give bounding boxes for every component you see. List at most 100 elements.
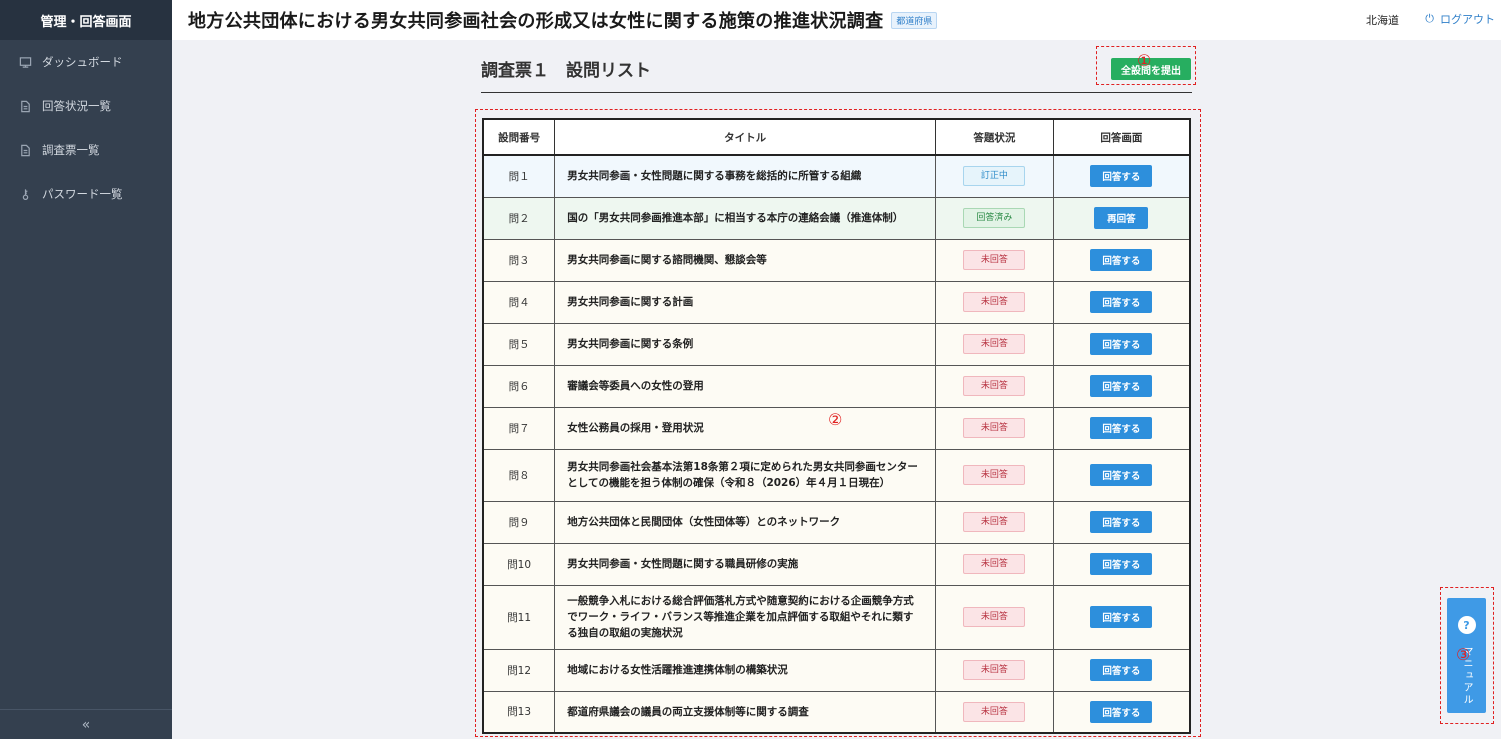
survey-title: 調査票１ 設問リスト — [481, 61, 651, 81]
logout-link[interactable]: ⏻ ログアウト — [1425, 11, 1495, 27]
category-badge: 都道府県 — [891, 11, 938, 29]
table-row: 問１ 男女共同参画・女性問題に関する事務を総括的に所管する組織 訂正中 回答する — [482, 154, 1191, 198]
question-number: 問11 — [482, 584, 556, 650]
status-badge: 未回答 — [963, 607, 1026, 627]
table-row: 問８ 男女共同参画社会基本法第18条第２項に定められた男女共同参画センターとしての… — [482, 448, 1191, 502]
status-badge: 訂正中 — [963, 166, 1026, 187]
status-badge: 未回答 — [963, 334, 1026, 354]
status-badge: 未回答 — [963, 554, 1026, 574]
status-cell: 未回答 — [935, 448, 1054, 502]
question-number: 問７ — [482, 406, 556, 450]
table-row: 問４ 男女共同参画に関する計画 未回答 回答する — [482, 280, 1191, 324]
action-cell: 回答する — [1052, 280, 1191, 324]
sidebar-collapse-button[interactable]: « — [0, 709, 172, 739]
action-cell: 再回答 — [1052, 196, 1191, 240]
table-row: 問９ 地方公共団体と民間団体（女性団体等）とのネットワーク 未回答 回答する — [482, 500, 1191, 544]
status-badge: 未回答 — [963, 250, 1026, 270]
action-cell: 回答する — [1052, 322, 1191, 366]
answer-button[interactable]: 回答する — [1090, 553, 1153, 575]
manual-tab[interactable]: ? マニュアル — [1447, 598, 1486, 713]
status-badge: 未回答 — [963, 376, 1026, 396]
answer-button[interactable]: 回答する — [1090, 511, 1153, 533]
table-row: 問12 地域における女性活躍推進連携体制の構築状況 未回答 回答する — [482, 648, 1191, 692]
action-cell: 回答する — [1052, 364, 1191, 408]
power-icon: ⏻ — [1425, 12, 1434, 25]
question-title: 男女共同参画・女性問題に関する職員研修の実施 — [554, 542, 937, 586]
question-title: 男女共同参画・女性問題に関する事務を総括的に所管する組織 — [554, 154, 937, 198]
table-row: 問13 都道府県議会の議員の両立支援体制等に関する調査 未回答 回答する — [482, 690, 1191, 734]
annotation-box-1 — [1096, 46, 1196, 85]
action-cell: 回答する — [1052, 238, 1191, 282]
sidebar-item-label: ダッシュボード — [42, 55, 123, 69]
sidebar-item-dashboard[interactable]: ダッシュボード — [0, 40, 172, 84]
question-number: 問１ — [482, 154, 556, 198]
answer-button[interactable]: 回答する — [1090, 659, 1153, 681]
answer-button[interactable]: 回答する — [1090, 333, 1153, 355]
action-cell: 回答する — [1052, 406, 1191, 450]
answer-button[interactable]: 回答する — [1090, 249, 1153, 271]
action-cell: 回答する — [1052, 648, 1191, 692]
table-row: 問10 男女共同参画・女性問題に関する職員研修の実施 未回答 回答する — [482, 542, 1191, 586]
status-badge: 未回答 — [963, 292, 1026, 312]
reanswer-button[interactable]: 再回答 — [1094, 207, 1149, 229]
status-badge: 未回答 — [963, 660, 1026, 680]
sidebar: 管理・回答画面 ダッシュボード 回答状況一覧 調査票一覧 パスワード一覧 « — [0, 0, 172, 739]
question-number: 問４ — [482, 280, 556, 324]
sidebar-item-answer-status[interactable]: 回答状況一覧 — [0, 84, 172, 128]
status-cell: 回答済み — [935, 196, 1054, 240]
question-number: 問３ — [482, 238, 556, 282]
status-badge: 未回答 — [963, 701, 1026, 722]
answer-button[interactable]: 回答する — [1090, 375, 1153, 397]
column-header-number: 設問番号 — [482, 118, 556, 156]
document-icon — [18, 99, 32, 113]
help-icon: ? — [1457, 616, 1476, 634]
question-number: 問６ — [482, 364, 556, 408]
status-cell: 未回答 — [935, 500, 1054, 544]
action-cell: 回答する — [1052, 448, 1191, 502]
status-cell: 訂正中 — [935, 154, 1054, 198]
table-row: 問11 一般競争入札における総合評価落札方式や随意契約における企画競争方式でワーク… — [482, 584, 1191, 650]
table-row: 問５ 男女共同参画に関する条例 未回答 回答する — [482, 322, 1191, 366]
sidebar-item-password-list[interactable]: パスワード一覧 — [0, 172, 172, 216]
title-divider — [481, 92, 1192, 93]
logout-label: ログアウト — [1440, 13, 1495, 26]
status-cell: 未回答 — [935, 364, 1054, 408]
answer-button[interactable]: 回答する — [1090, 291, 1153, 313]
sidebar-header: 管理・回答画面 — [0, 0, 172, 40]
table-row: 問７ 女性公務員の採用・登用状況 未回答 回答する — [482, 406, 1191, 450]
manual-label: マニュアル — [1461, 646, 1472, 706]
prefecture-name: 北海道 — [1366, 14, 1399, 27]
action-cell: 回答する — [1052, 584, 1191, 650]
question-number: 問９ — [482, 500, 556, 544]
answer-button[interactable]: 回答する — [1090, 165, 1153, 188]
action-cell: 回答する — [1052, 542, 1191, 586]
sidebar-item-survey-list[interactable]: 調査票一覧 — [0, 128, 172, 172]
answer-button[interactable]: 回答する — [1090, 464, 1153, 486]
column-header-title: タイトル — [554, 118, 937, 156]
table-row: 問６ 審議会等委員への女性の登用 未回答 回答する — [482, 364, 1191, 408]
sidebar-item-label: 調査票一覧 — [42, 143, 100, 157]
question-title: 地方公共団体と民間団体（女性団体等）とのネットワーク — [554, 500, 937, 544]
question-title: 女性公務員の採用・登用状況 — [554, 406, 937, 450]
question-number: 問10 — [482, 542, 556, 586]
question-number: 問２ — [482, 196, 556, 240]
action-cell: 回答する — [1052, 500, 1191, 544]
question-title: 男女共同参画に関する諮問機関、懇談会等 — [554, 238, 937, 282]
table-row: 問２ 国の「男女共同参画推進本部」に相当する本庁の連絡会議（推進体制） 回答済み 再回… — [482, 196, 1191, 240]
key-icon — [18, 187, 32, 201]
status-badge: 未回答 — [963, 418, 1026, 438]
answer-button[interactable]: 回答する — [1090, 700, 1153, 723]
sidebar-item-label: パスワード一覧 — [42, 187, 123, 201]
question-number: 問５ — [482, 322, 556, 366]
status-cell: 未回答 — [935, 542, 1054, 586]
question-title: 審議会等委員への女性の登用 — [554, 364, 937, 408]
question-title: 男女共同参画に関する計画 — [554, 280, 937, 324]
status-cell: 未回答 — [935, 690, 1054, 734]
answer-button[interactable]: 回答する — [1090, 606, 1153, 628]
page-title: 地方公共団体における男女共同参画社会の形成又は女性に関する施策の推進状況調査 — [188, 11, 884, 32]
answer-button[interactable]: 回答する — [1090, 417, 1153, 439]
header: 地方公共団体における男女共同参画社会の形成又は女性に関する施策の推進状況調査 都… — [172, 0, 1501, 40]
question-title: 男女共同参画社会基本法第18条第２項に定められた男女共同参画センターとしての機能… — [554, 448, 937, 502]
question-number: 問８ — [482, 448, 556, 502]
document-icon — [18, 143, 32, 157]
